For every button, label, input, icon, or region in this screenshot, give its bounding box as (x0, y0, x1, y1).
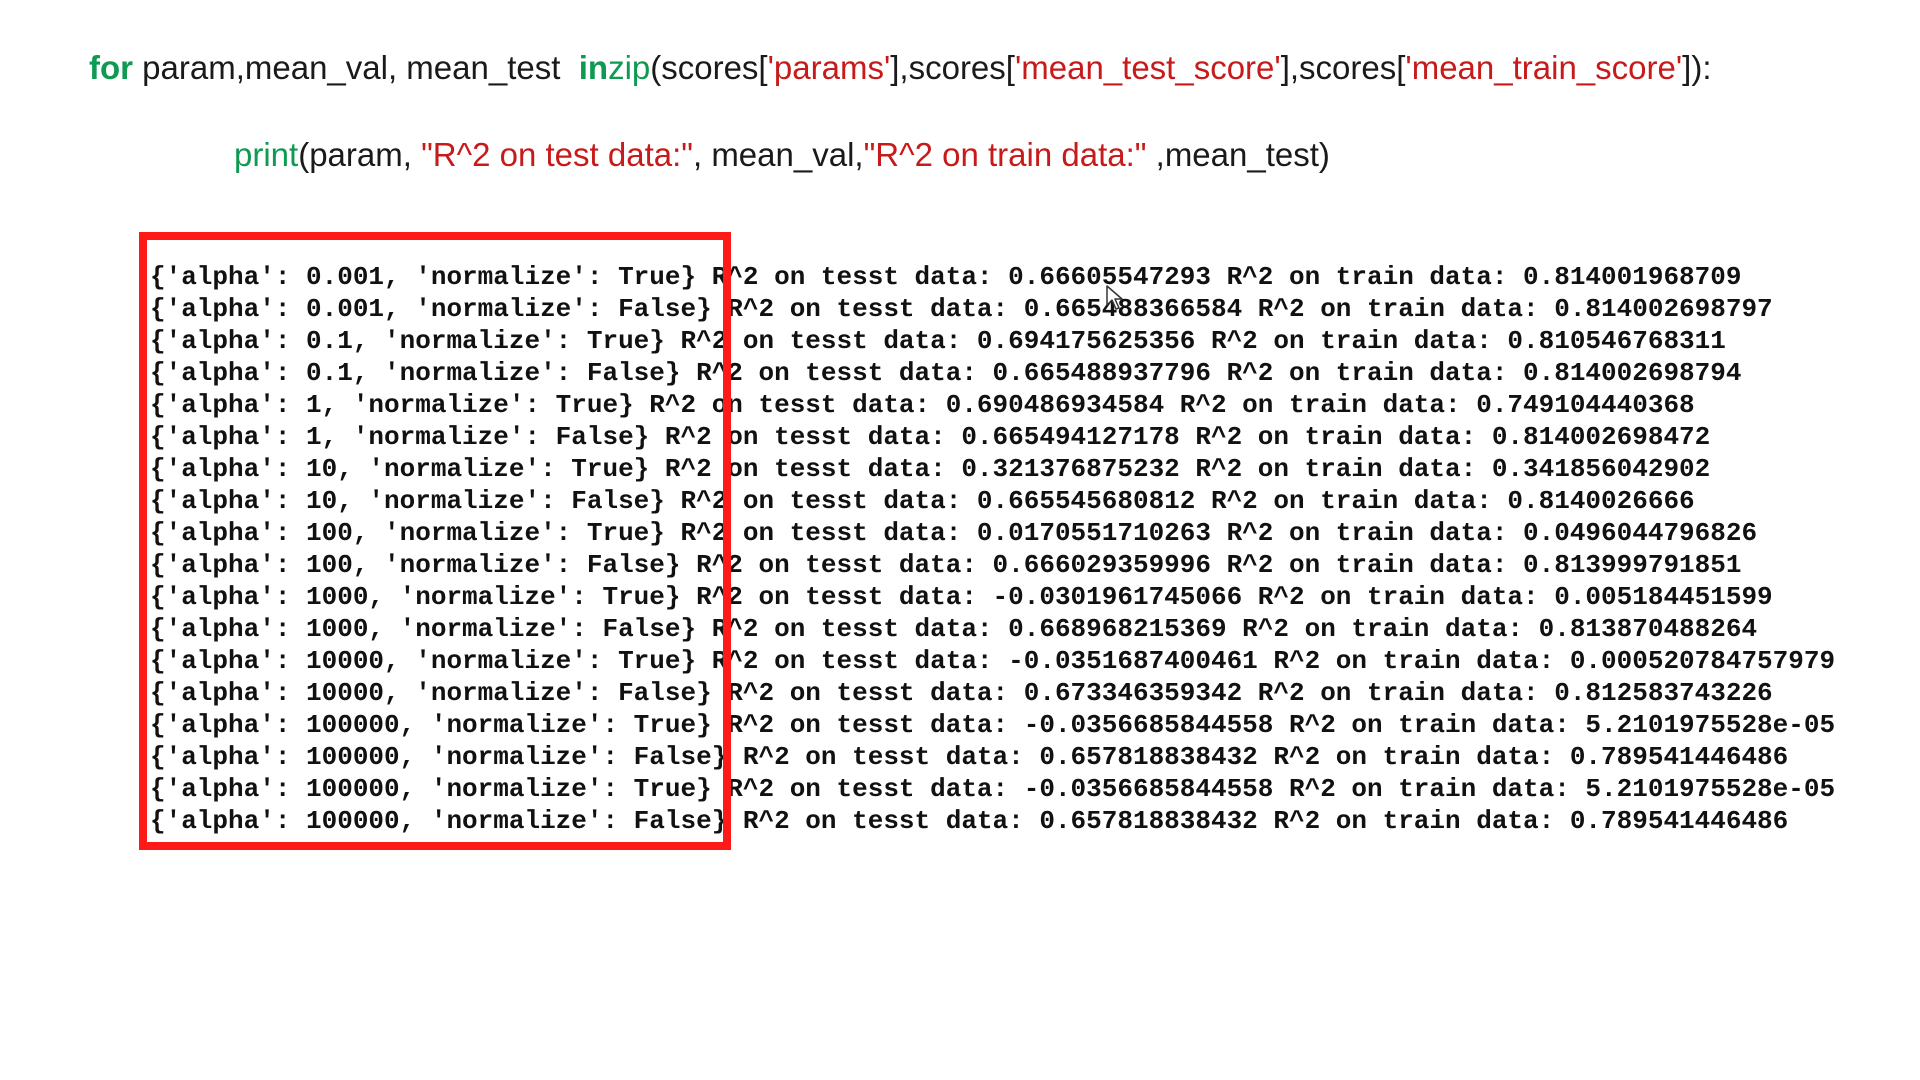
mouse-pointer-icon (1106, 285, 1123, 310)
string-mean-train-score: 'mean_train_score' (1405, 49, 1683, 86)
console-output: {'alpha': 0.001, 'normalize': True} R^2 … (150, 261, 1835, 837)
code-punct: ]): (1682, 49, 1712, 86)
output-line: {'alpha': 0.001, 'normalize': False} R^2… (150, 294, 1773, 324)
output-line: {'alpha': 10, 'normalize': True} R^2 on … (150, 454, 1711, 484)
code-punct: ],scores[ (1280, 49, 1406, 86)
output-line: {'alpha': 0.1, 'normalize': True} R^2 on… (150, 326, 1726, 356)
keyword-for: for (89, 49, 133, 86)
output-line: {'alpha': 0.001, 'normalize': True} R^2 … (150, 262, 1742, 292)
function-zip: zip (608, 49, 651, 86)
code-punct: ],scores[ (890, 49, 1015, 86)
keyword-in: in (578, 49, 609, 86)
output-line: {'alpha': 0.1, 'normalize': False} R^2 o… (150, 358, 1742, 388)
output-line: {'alpha': 10000, 'normalize': False} R^2… (150, 678, 1773, 708)
output-line: {'alpha': 100, 'normalize': True} R^2 on… (150, 518, 1758, 548)
output-line: {'alpha': 10000, 'normalize': True} R^2 … (150, 646, 1836, 676)
code-punct: (param, (298, 136, 422, 173)
string-train-label: "R^2 on train data:" (863, 136, 1147, 173)
string-mean-test-score: 'mean_test_score' (1014, 49, 1281, 86)
output-line: {'alpha': 1, 'normalize': True} R^2 on t… (150, 390, 1695, 420)
output-line: {'alpha': 100000, 'normalize': True} R^2… (150, 774, 1836, 804)
function-print: print (234, 136, 299, 173)
code-punct: (scores[ (650, 49, 768, 86)
string-params: 'params' (767, 49, 891, 86)
loop-variables: param,mean_val, mean_test (133, 49, 579, 86)
code-punct: ,mean_test) (1146, 136, 1330, 173)
output-line: {'alpha': 100, 'normalize': False} R^2 o… (150, 550, 1742, 580)
output-line: {'alpha': 100000, 'normalize': True} R^2… (150, 710, 1836, 740)
code-punct: , mean_val, (692, 136, 864, 173)
output-line: {'alpha': 100000, 'normalize': False} R^… (150, 742, 1789, 772)
output-line: {'alpha': 1000, 'normalize': True} R^2 o… (150, 582, 1773, 612)
output-line: {'alpha': 1, 'normalize': False} R^2 on … (150, 422, 1711, 452)
output-line: {'alpha': 1000, 'normalize': False} R^2 … (150, 614, 1758, 644)
slide: for param,mean_val, mean_test inzip(scor… (0, 0, 1920, 1080)
output-line: {'alpha': 10, 'normalize': False} R^2 on… (150, 486, 1695, 516)
code-line-print: print(param, "R^2 on test data:", mean_v… (234, 138, 1330, 171)
string-test-label: "R^2 on test data:" (421, 136, 693, 173)
code-line-for-loop: for param,mean_val, mean_test inzip(scor… (89, 51, 1711, 84)
output-line: {'alpha': 100000, 'normalize': False} R^… (150, 806, 1789, 836)
